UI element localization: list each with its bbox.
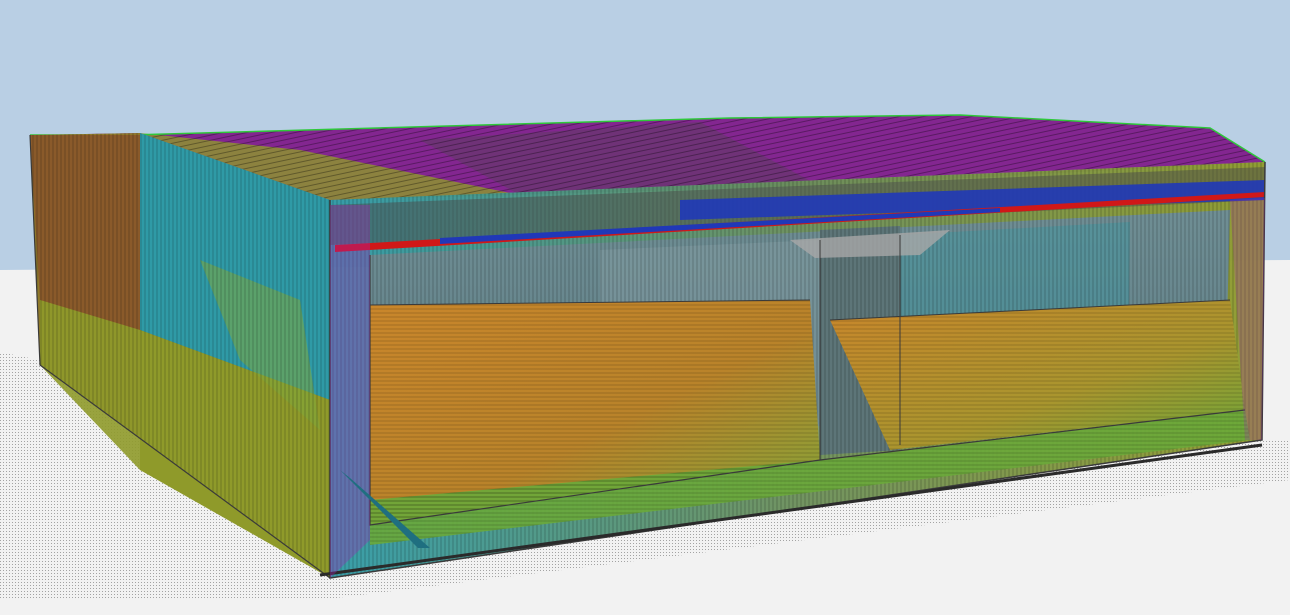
3d-viewport[interactable] (0, 0, 1290, 615)
3d-scene (0, 114, 1290, 615)
